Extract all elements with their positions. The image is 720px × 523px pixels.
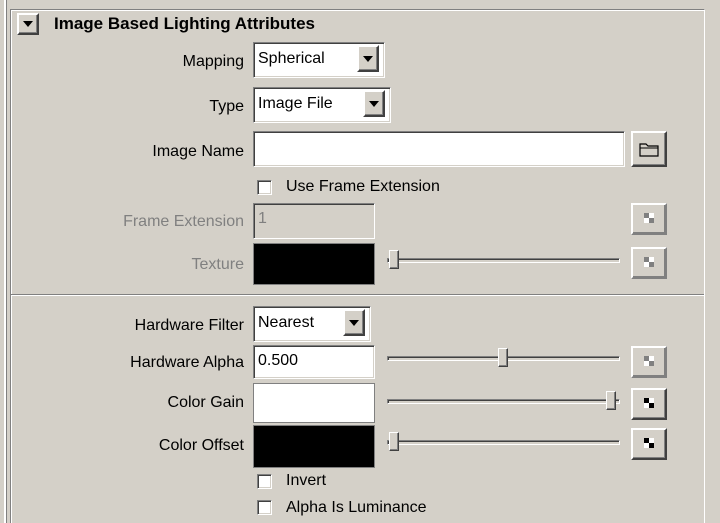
mapping-label: Mapping — [182, 53, 244, 70]
type-dropdown-arrow[interactable] — [363, 90, 385, 117]
alpha-is-luminance-label: Alpha Is Luminance — [286, 499, 427, 516]
hardware-alpha-slider-thumb[interactable] — [497, 348, 508, 367]
hardware-filter-label: Hardware Filter — [134, 317, 244, 334]
color-gain-slider-track[interactable] — [387, 399, 620, 404]
frame-extension-input[interactable]: 1 — [253, 203, 375, 239]
texture-map-button[interactable] — [631, 247, 667, 279]
color-offset-map-button[interactable] — [631, 428, 667, 460]
checker-map-icon — [644, 356, 654, 366]
chevron-down-icon — [349, 320, 359, 326]
image-name-label: Image Name — [152, 143, 244, 160]
mapping-dropdown-arrow[interactable] — [357, 45, 379, 72]
folder-icon — [639, 143, 659, 157]
type-dropdown[interactable]: Image File — [253, 87, 391, 123]
color-gain-swatch[interactable] — [253, 383, 375, 423]
use-frame-extension-checkbox[interactable] — [257, 180, 272, 195]
invert-checkbox[interactable] — [257, 474, 272, 489]
invert-label: Invert — [286, 472, 327, 489]
browse-button[interactable] — [631, 131, 667, 167]
hardware-alpha-input[interactable]: 0.500 — [253, 345, 375, 379]
triangle-down-icon — [23, 21, 33, 27]
use-frame-extension-label: Use Frame Extension — [286, 178, 440, 195]
color-gain-slider-thumb[interactable] — [606, 391, 616, 410]
type-value: Image File — [258, 95, 333, 112]
color-gain-label: Color Gain — [167, 394, 244, 411]
section-title: Image Based Lighting Attributes — [54, 14, 316, 33]
checker-map-icon — [644, 398, 654, 408]
texture-slider-track[interactable] — [387, 258, 620, 263]
chevron-down-icon — [363, 56, 373, 62]
attribute-editor-panel: Image Based Lighting Attributes Mapping … — [0, 0, 720, 523]
chevron-down-icon — [369, 101, 379, 107]
checker-map-icon — [644, 438, 654, 448]
panel-edge — [4, 0, 7, 523]
frame-extension-value: 1 — [258, 210, 267, 227]
checker-map-icon — [644, 257, 654, 267]
type-label: Type — [209, 98, 244, 115]
hardware-alpha-label: Hardware Alpha — [130, 354, 244, 371]
checker-map-icon — [644, 213, 654, 223]
hardware-alpha-map-button[interactable] — [631, 346, 667, 378]
color-offset-label: Color Offset — [158, 437, 244, 454]
texture-label: Texture — [191, 256, 244, 273]
frame-extension-label: Frame Extension — [123, 213, 244, 230]
hardware-alpha-value: 0.500 — [258, 352, 299, 369]
image-name-input[interactable] — [253, 131, 625, 167]
frame-extension-map-button[interactable] — [631, 203, 667, 235]
alpha-is-luminance-checkbox[interactable] — [257, 500, 272, 515]
section-divider — [11, 294, 704, 296]
hardware-filter-dropdown[interactable]: Nearest — [253, 306, 371, 342]
texture-swatch[interactable] — [253, 243, 375, 285]
color-offset-swatch[interactable] — [253, 425, 375, 468]
texture-slider-thumb[interactable] — [389, 250, 399, 269]
color-offset-slider-track[interactable] — [387, 440, 620, 445]
color-offset-slider-thumb[interactable] — [389, 432, 399, 451]
mapping-dropdown[interactable]: Spherical — [253, 42, 385, 78]
collapse-section-button[interactable] — [17, 13, 39, 35]
hardware-filter-dropdown-arrow[interactable] — [343, 309, 365, 336]
hardware-filter-value: Nearest — [258, 314, 315, 331]
color-gain-map-button[interactable] — [631, 388, 667, 420]
mapping-value: Spherical — [258, 50, 325, 67]
